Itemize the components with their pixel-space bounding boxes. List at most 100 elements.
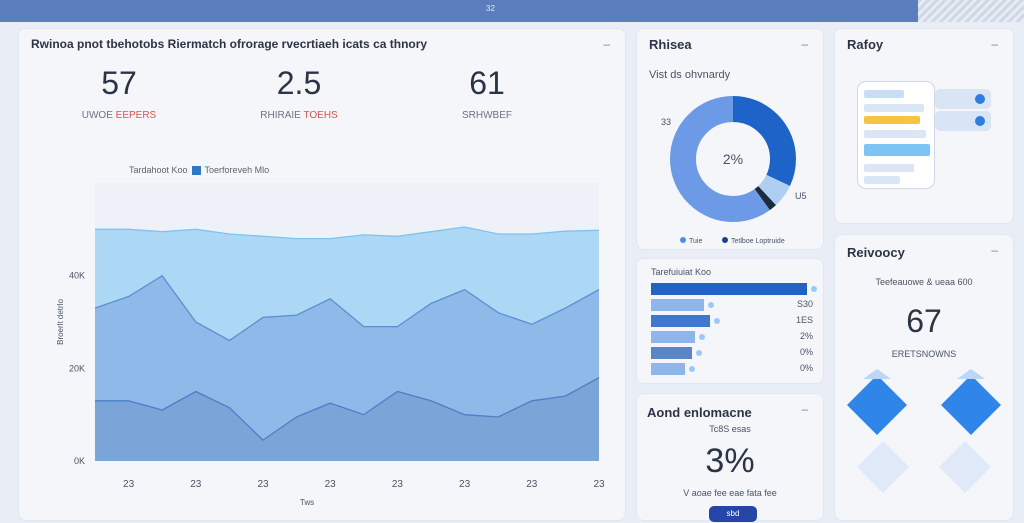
metric-2-label-b: TOEHS	[303, 110, 338, 121]
overview-title: Rwinoa pnot tbehotobs Riermatch ofrorage…	[31, 37, 428, 51]
x-tick-label: 23	[593, 479, 605, 490]
x-tick-label: 23	[123, 479, 135, 490]
bar-value-label: 1ES	[795, 315, 813, 325]
diamond-graphics	[847, 369, 1001, 493]
score-value: 67	[906, 303, 942, 339]
x-tick-label: 23	[190, 479, 202, 490]
percentage-more-icon[interactable]: –	[801, 403, 809, 415]
toggle-1-knob	[975, 94, 985, 104]
donut-left-label: 33	[661, 117, 671, 127]
metric-3: 61 SRHWBEF	[427, 65, 547, 121]
bar-end-dot	[708, 302, 715, 308]
score-subtitle: Teefeauowe & ueaa 600	[875, 277, 973, 287]
donut-legend-a: Tuie	[689, 238, 702, 245]
header-texture	[918, 0, 1024, 22]
y-tick-label: 40K	[69, 271, 85, 281]
diamond-blue-right	[941, 375, 1001, 435]
x-tick-label: 23	[459, 479, 471, 490]
x-axis-title: Tws	[300, 498, 314, 507]
bar-row: 1ES	[651, 315, 821, 327]
diamond-rim-right	[957, 369, 985, 379]
percentage-caption: V aoae fee eae fata fee	[683, 488, 777, 498]
y-axis-title: Broerlt detrlo	[56, 299, 65, 345]
phone-line	[864, 164, 914, 172]
phone-line	[864, 90, 904, 98]
metric-2-label-a: RHIRAIE	[260, 110, 301, 121]
bar-value-label: 2%	[799, 331, 813, 341]
bar-value-label: S30	[796, 299, 813, 309]
metric-1-label-b: EEPERS	[115, 110, 157, 121]
bar-end-dot	[689, 366, 696, 372]
percentage-button[interactable]: sbd	[709, 506, 757, 522]
bar-end-dot	[811, 286, 817, 292]
metric-1-label: UWOE EEPERS	[59, 110, 179, 121]
top-bar-mark: 32	[486, 4, 495, 13]
x-tick-label: 23	[325, 479, 337, 490]
donut-card: Rhisea – Vist ds ohvnardy 2% 33 U5 Tuie Tetl…	[636, 28, 824, 250]
y-tick-label: 20K	[69, 363, 85, 373]
bar-end-dot	[695, 350, 702, 356]
overview-card: Rwinoa pnot tbehotobs Riermatch ofrorage…	[18, 28, 626, 521]
device-more-icon[interactable]: –	[991, 38, 999, 50]
bars-title: Tarefuiuiat Koo	[651, 267, 712, 277]
area-chart: 0K 20K 40K 23 23 23 23 23 23 23 23 Broerlt detrlo Tw…	[56, 183, 605, 507]
phone-line	[864, 176, 900, 184]
diamond-blue-left	[847, 375, 907, 435]
bar-row: S30	[651, 299, 821, 311]
donut-right-label: U5	[795, 191, 807, 201]
device-card: Rafoy –	[834, 28, 1014, 224]
toggle-2-knob	[975, 116, 985, 126]
percentage-card: Aond enlomacne – Tc8S esas 3% V aoae fee…	[636, 393, 824, 522]
metric-2: 2.5 RHIRAIE TOEHS	[239, 65, 359, 121]
bar-fill	[651, 283, 807, 295]
bar-fill	[651, 315, 711, 327]
y-tick-label: 0K	[74, 456, 85, 466]
bar-end-dot	[698, 334, 705, 340]
metric-1-label-a: UWOE	[81, 110, 113, 121]
score-title: Reivoocy	[847, 245, 905, 260]
phone-line	[864, 104, 924, 112]
x-tick-label: 23	[526, 479, 538, 490]
bar-fill	[651, 331, 695, 343]
bar-fill	[651, 363, 686, 375]
phone-highlight	[864, 116, 920, 124]
diamond-rim-left	[863, 369, 891, 379]
metric-3-value: 61	[469, 65, 505, 101]
bar-end-dot	[714, 318, 721, 324]
bar-row: 2%	[651, 331, 821, 343]
legend-dot-b	[722, 237, 728, 243]
percentage-value: 3%	[705, 442, 755, 480]
metric-1-value: 57	[101, 65, 137, 101]
device-toggle-2[interactable]	[935, 111, 991, 131]
metric-3-label-a: SRHWBEF	[462, 110, 512, 121]
percentage-title: Aond enlomacne	[647, 405, 752, 420]
bar-row: 0%	[651, 363, 821, 375]
score-card: Reivoocy – Teefeauowe & ueaa 600 67 ERET…	[834, 234, 1014, 521]
bar-value-label: 0%	[799, 347, 813, 357]
metric-3-label: SRHWBEF	[427, 110, 547, 121]
metric-2-value: 2.5	[276, 65, 322, 101]
bar-fill	[651, 299, 705, 311]
bar-fill	[651, 347, 692, 359]
bar-row	[651, 283, 821, 295]
score-more-icon[interactable]: –	[991, 244, 999, 256]
diamond-light-left	[857, 441, 909, 493]
legend-dot-a	[680, 237, 686, 243]
top-bar: 32	[0, 0, 918, 22]
metric-1: 57 UWOE EEPERS	[59, 65, 179, 121]
more-options-icon[interactable]: –	[603, 38, 611, 50]
phone-line	[864, 130, 926, 138]
x-tick-label: 23	[257, 479, 269, 490]
donut-chart: 2% 33 U5 Tuie Tetlboe Loptruide	[661, 96, 807, 245]
bar-value-label: 0%	[799, 363, 813, 373]
x-tick-label: 23	[392, 479, 404, 490]
score-caption: ERETSNOWNS	[891, 349, 957, 359]
phone-mockup	[857, 81, 935, 189]
device-toggle-1[interactable]	[935, 89, 991, 109]
donut-legend-b: Tetlboe Loptruide	[731, 238, 785, 245]
metric-2-label: RHIRAIE TOEHS	[239, 110, 359, 121]
bars-card: Tarefuiuiat Koo S30 1ES 2% 0% 0%	[636, 258, 824, 384]
donut-center-label: 2%	[723, 151, 743, 167]
diamond-light-right	[939, 441, 991, 493]
bar-row: 0%	[651, 347, 821, 359]
